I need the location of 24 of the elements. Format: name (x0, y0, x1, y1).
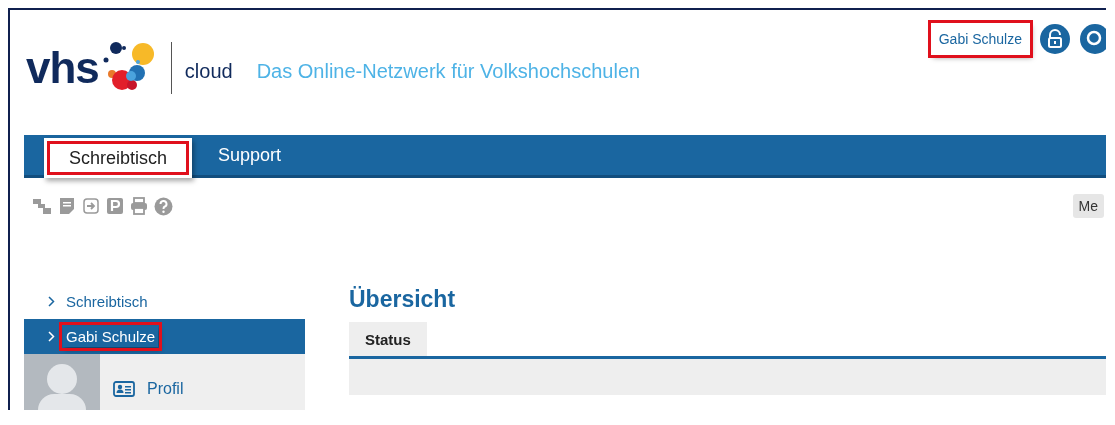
parking-icon[interactable] (106, 197, 124, 215)
logo-text: vhs (26, 42, 99, 93)
id-card-icon (113, 381, 135, 397)
tagline: Das Online-Netzwerk für Volkshochschulen (256, 60, 641, 83)
product-name: cloud (184, 60, 233, 83)
lock-icon[interactable] (1040, 24, 1070, 54)
nav-tab[interactable]: Support (198, 135, 302, 175)
profile-link[interactable]: Profil (147, 380, 184, 398)
person-silhouette-icon (36, 362, 88, 410)
help-icon[interactable] (154, 196, 173, 216)
sidebar-item[interactable]: Schreibtisch (24, 284, 305, 319)
note-icon[interactable] (58, 197, 76, 215)
nav-tab[interactable]: Schreibtisch (44, 138, 192, 178)
page-title: Übersicht (349, 285, 457, 314)
content-tab[interactable]: Status (349, 322, 427, 356)
menu-button[interactable]: Me (1072, 194, 1104, 218)
chevron-icon (48, 331, 55, 342)
user-name-link[interactable]: Gabi Schulze (930, 23, 1030, 55)
chevron-icon (48, 296, 55, 307)
sidebar-item[interactable]: Gabi Schulze (24, 319, 305, 354)
windows-icon[interactable] (32, 197, 52, 215)
arrow-in-box-icon[interactable] (82, 197, 100, 215)
print-icon[interactable] (130, 197, 148, 215)
sidebar-item-label: Schreibtisch (65, 292, 149, 312)
